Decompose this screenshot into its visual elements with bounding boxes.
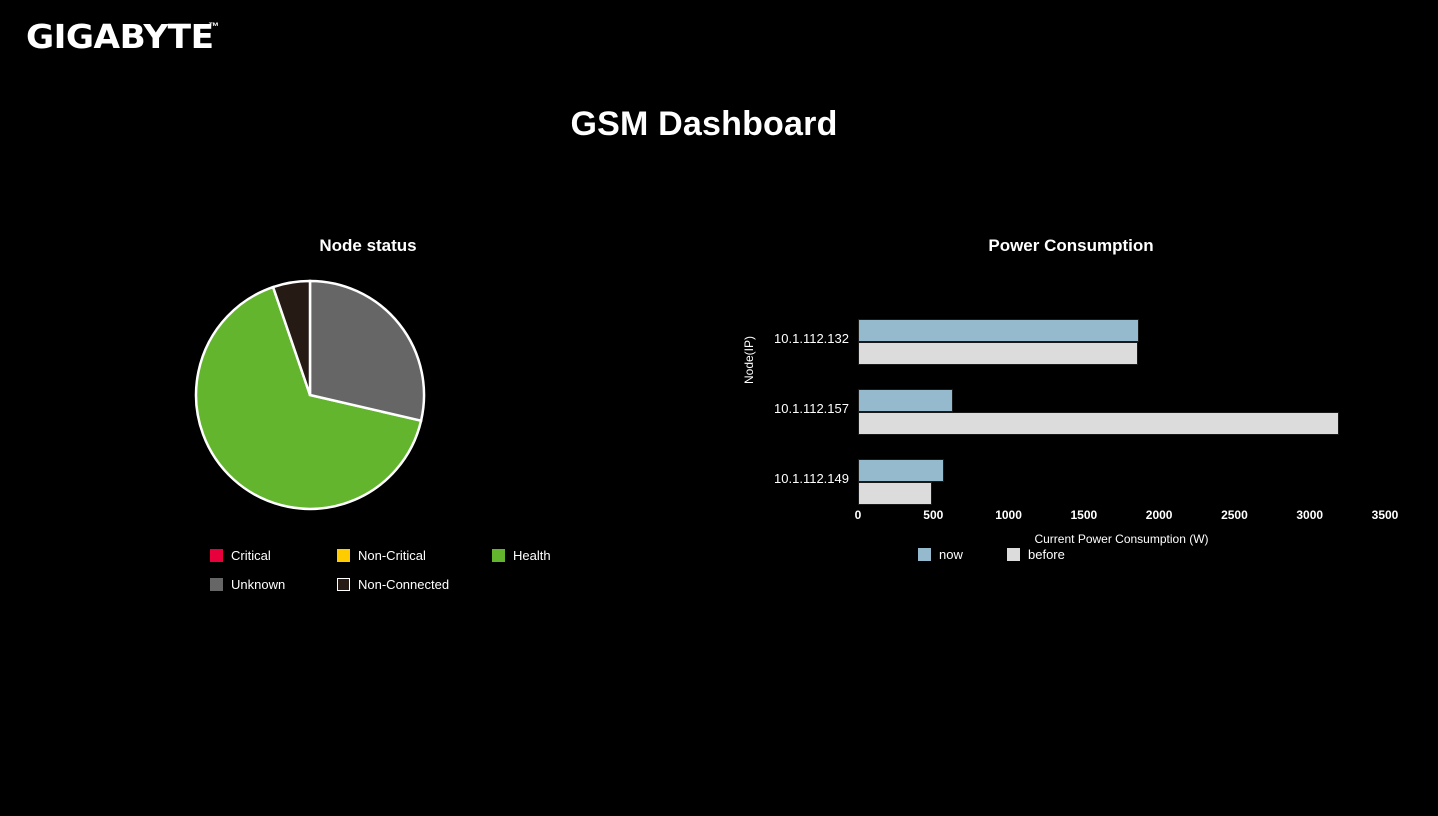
swatch-non-critical-icon	[337, 549, 350, 562]
bar-before[interactable]	[858, 482, 932, 505]
bar-now[interactable]	[858, 459, 944, 482]
legend-item-unknown[interactable]: Unknown	[210, 577, 337, 592]
bar-before[interactable]	[858, 412, 1340, 435]
x-axis-tick: 3500	[1371, 508, 1399, 522]
node-status-legend: Critical Non-Critical Health Unknown Non…	[210, 541, 590, 599]
bar-group: 10.1.112.149	[774, 459, 1385, 505]
legend-label-critical: Critical	[231, 548, 271, 563]
legend-label-before: before	[1028, 547, 1065, 562]
x-axis-tick: 500	[923, 508, 944, 522]
bar-group: 10.1.112.132	[774, 319, 1385, 365]
bar-now[interactable]	[858, 319, 1139, 342]
x-axis: Current Power Consumption (W) 0 500 1000 15…	[854, 508, 1399, 548]
brand-wordmark: GIGABYTE	[26, 17, 214, 56]
node-status-pie-chart	[150, 270, 586, 520]
bar-now[interactable]	[858, 389, 953, 412]
legend-item-non-connected[interactable]: Non-Connected	[337, 577, 492, 592]
legend-label-non-critical: Non-Critical	[358, 548, 426, 563]
pie-svg	[194, 279, 426, 511]
swatch-non-connected-icon	[337, 578, 350, 591]
legend-item-before[interactable]: before	[1007, 547, 1096, 562]
x-axis-tick: 0	[854, 508, 862, 522]
swatch-before-icon	[1007, 548, 1020, 561]
legend-row-2: Unknown Non-Connected	[210, 570, 590, 599]
legend-item-critical[interactable]: Critical	[210, 548, 337, 563]
legend-label-unknown: Unknown	[231, 577, 286, 592]
bar-before[interactable]	[858, 342, 1139, 365]
legend-label-health: Health	[513, 548, 551, 563]
bar-plot-area: 10.1.112.132 10.1.112.157 10.1.112.149	[774, 319, 1385, 507]
power-consumption-title: Power Consumption	[988, 236, 1154, 255]
x-axis-tick: 1000	[995, 508, 1022, 522]
x-axis-tick: 2000	[1145, 508, 1173, 522]
legend-item-health[interactable]: Health	[492, 548, 612, 563]
x-axis-tick: 1500	[1070, 508, 1098, 522]
swatch-unknown-icon	[210, 578, 223, 591]
pie-slice-unknown[interactable]	[308, 279, 426, 423]
bar-group: 10.1.112.157	[774, 389, 1385, 435]
y-axis-label: Node(IP)	[742, 335, 756, 384]
legend-label-now: now	[939, 547, 963, 562]
swatch-now-icon	[918, 548, 931, 561]
node-status-title: Node status	[319, 236, 417, 255]
swatch-critical-icon	[210, 549, 223, 562]
power-consumption-panel: Power Consumption Node(IP) 10.1.112.132 1…	[735, 236, 1415, 562]
power-consumption-legend: now before	[918, 547, 1096, 562]
page-title: GSM Dashboard	[570, 105, 838, 143]
legend-item-non-critical[interactable]: Non-Critical	[337, 548, 492, 563]
swatch-health-icon	[492, 549, 505, 562]
node-status-panel: Node status Critical Non-Critical Health…	[150, 236, 586, 592]
node-ip-label: 10.1.112.149	[774, 471, 849, 486]
gigabyte-logo: GIGABYTE ™	[26, 20, 219, 53]
power-consumption-chart: Node(IP) 10.1.112.132 10.1.112.157 10.1.11…	[735, 256, 1415, 551]
node-ip-label: 10.1.112.132	[774, 331, 849, 346]
legend-label-non-connected: Non-Connected	[358, 577, 450, 592]
x-axis-label: Current Power Consumption (W)	[1034, 532, 1209, 546]
legend-item-now[interactable]: now	[918, 547, 1007, 562]
legend-row-1: Critical Non-Critical Health	[210, 541, 590, 570]
dashboard-page: GIGABYTE ™ GSM Dashboard Node status Cri…	[0, 0, 1438, 816]
x-axis-tick: 3000	[1296, 508, 1324, 522]
x-axis-tick: 2500	[1221, 508, 1248, 522]
node-ip-label: 10.1.112.157	[774, 401, 849, 416]
